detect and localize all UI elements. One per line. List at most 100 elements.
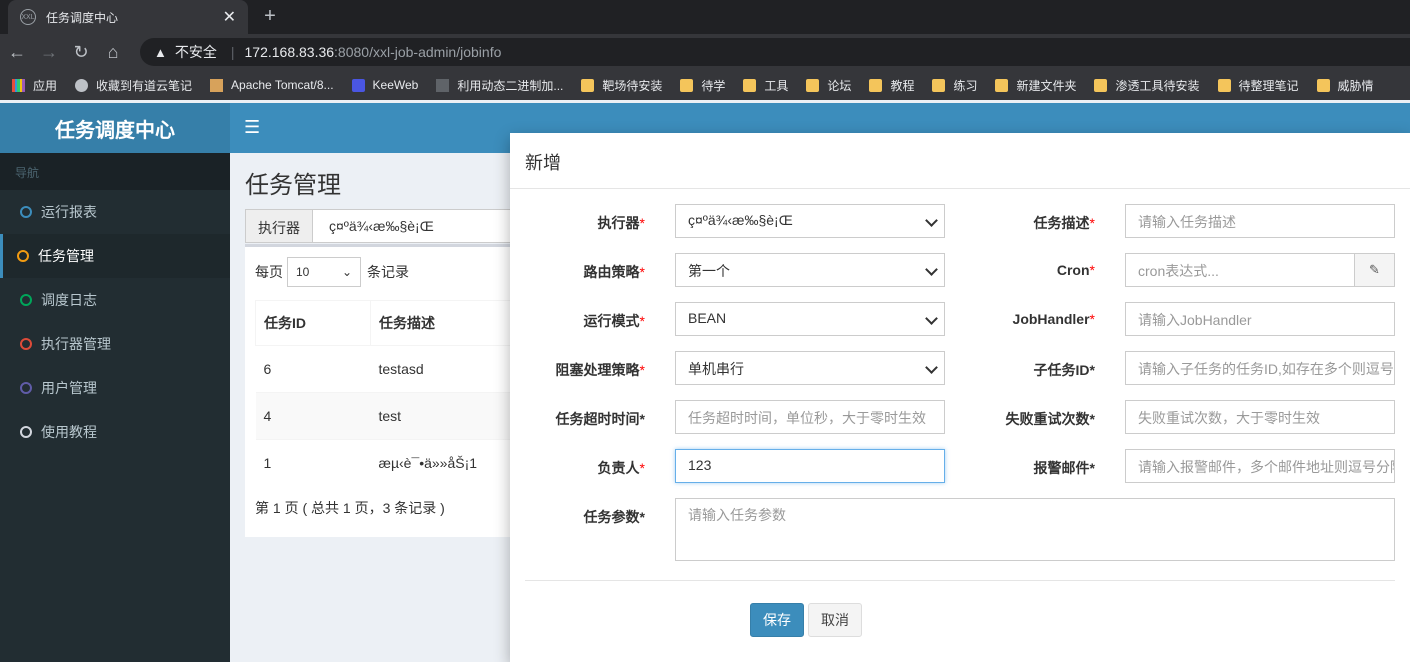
bookmark-label: Apache Tomcat/8... [231,78,334,92]
reload-icon[interactable]: ↻ [66,42,96,63]
label-text: JobHandler [1012,311,1090,327]
close-tab-icon[interactable]: ✕ [223,7,236,27]
executor-filter-value[interactable]: ç¤ºä¾‹æ‰§è¡Œ [313,210,450,242]
bookmark-label: 论坛 [827,78,852,93]
circle-icon [20,426,32,438]
bookmark-keeweb[interactable]: KeeWeb [351,78,418,92]
circle-icon [20,294,32,306]
required-mark: * [639,264,645,280]
bookmark-folder[interactable]: 待整理笔记 [1217,77,1299,94]
executor-filter[interactable]: 执行器 ç¤ºä¾‹æ‰§è¡Œ [245,209,545,243]
page-size-value: 10 [296,265,310,279]
label-text: 运行模式 [583,313,640,329]
app-root: 任务调度中心 导航 运行报表 任务管理 调度日志 执行器管理 用户管理 使用教程… [0,103,1410,662]
url-host: 172.168.83.36 [244,44,335,60]
retry-input[interactable]: 失败重试次数，大于零时生效 [1125,400,1395,434]
bookmark-folder[interactable]: 教程 [869,77,914,94]
apps-grid-icon [12,78,25,92]
browser-tab[interactable]: XXL 任务调度中心 ✕ [8,0,248,34]
bookmark-folder[interactable]: 工具 [743,77,788,94]
page-size-suffix: 条记录 [367,264,409,280]
cancel-button[interactable]: 取消 [808,603,862,637]
executor-select[interactable]: ç¤ºä¾‹æ‰§è¡Œ [675,204,945,238]
bookmark-label: 练习 [953,78,978,93]
save-button[interactable]: 保存 [750,603,804,637]
bookmark-folder[interactable]: 渗透工具待安装 [1094,77,1200,94]
table-row[interactable]: 1 æµ‹è¯•ä»»åŠ¡1 [255,439,545,487]
bookmark-apps[interactable]: 应用 [12,77,57,94]
label-text: 报警邮件 [1033,460,1090,476]
table-row[interactable]: 4 test [255,392,545,440]
app-logo[interactable]: 任务调度中心 [0,103,230,153]
sidebar-item-report[interactable]: 运行报表 [0,190,230,234]
bookmark-folder[interactable]: 新建文件夹 [995,77,1076,94]
child-job-label: 子任务ID* [1033,362,1095,378]
bookmark-youdao[interactable]: 收藏到有道云笔记 [75,77,192,94]
modal-divider [525,580,1395,581]
run-mode-select[interactable]: BEAN [675,302,945,336]
menu-toggle-icon[interactable]: ☰ [244,117,260,138]
block-strategy-select[interactable]: 单机串行 [675,351,945,385]
jobhandler-input[interactable]: 请输入JobHandler [1125,302,1395,336]
bookmark-dynamic[interactable]: 利用动态二进制加... [436,77,563,94]
url-path: :8080/xxl-job-admin/jobinfo [334,44,502,60]
nav-header: 导航 [0,153,230,190]
bookmarks-bar: 应用 收藏到有道云笔记 Apache Tomcat/8... KeeWeb 利用… [0,70,1410,100]
sidebar-item-label: 调度日志 [41,292,97,308]
desc-input[interactable]: 请输入任务描述 [1125,204,1395,238]
bookmark-folder[interactable]: 威胁情 [1316,77,1374,94]
label-text: 负责人 [597,460,640,476]
folder-icon [581,78,595,92]
new-tab-icon[interactable]: + [258,5,282,28]
required-mark: * [639,313,645,329]
forward-arrow-icon[interactable]: → [34,42,64,63]
globe-icon [75,78,89,92]
required-mark: * [1089,311,1095,327]
sidebar-item-help[interactable]: 使用教程 [0,410,230,454]
insecure-label[interactable]: 不安全 [175,42,217,62]
column-header[interactable]: 任务ID [255,300,371,346]
required-mark: * [639,460,645,476]
bookmark-folder[interactable]: 靶场待安装 [581,77,662,94]
route-label: 路由策略* [515,262,645,282]
sidebar-item-logs[interactable]: 调度日志 [0,278,230,322]
sidebar-item-label: 用户管理 [41,380,97,396]
table-row[interactable]: 6 testasd [255,345,545,393]
timeout-input[interactable]: 任务超时时间，单位秒，大于零时生效 [675,400,945,434]
sidebar-item-users[interactable]: 用户管理 [0,366,230,410]
address-bar-row: ← → ↻ ⌂ ▲ 不安全 | 172.168.83.36 :8080/xxl-… [0,34,1410,70]
page-title: 任务管理 [245,172,341,199]
circle-icon [20,382,32,394]
block-strategy-label: 阻塞处理策略* [515,360,645,380]
route-strategy-select[interactable]: 第一个 [675,253,945,287]
bookmark-label: 待学 [701,78,726,93]
label-text: 子任务ID [1033,362,1090,378]
params-textarea[interactable]: 请输入任务参数 [675,498,1395,561]
table-header-row: 任务ID 任务描述 [255,300,545,346]
back-arrow-icon[interactable]: ← [2,42,32,63]
bookmark-label: 教程 [890,78,915,93]
edit-icon[interactable]: ✎ [1354,253,1395,287]
executor-filter-label: 执行器 [246,210,313,242]
bookmark-folder[interactable]: 论坛 [806,77,851,94]
warning-icon[interactable]: ▲ [154,45,167,60]
required-mark: * [1089,262,1095,278]
home-icon[interactable]: ⌂ [98,42,128,63]
bookmark-folder[interactable]: 练习 [932,77,977,94]
run-mode-label: 运行模式* [515,311,645,331]
child-job-input[interactable]: 请输入子任务的任务ID,如存在多个则逗号分隔 [1125,351,1395,385]
bookmark-label: 新建文件夹 [1016,78,1077,93]
page-size-select[interactable]: 10 ⌄ [287,257,361,287]
owner-input[interactable]: 123 [675,449,945,483]
bookmark-label: 渗透工具待安装 [1115,78,1200,93]
url-field[interactable]: ▲ 不安全 | 172.168.83.36 :8080/xxl-job-admi… [140,38,1410,66]
alarm-email-input[interactable]: 请输入报警邮件，多个邮件地址则逗号分隔 [1125,449,1395,483]
sidebar-item-label: 执行器管理 [41,336,111,352]
folder-icon [1316,78,1330,92]
cron-input[interactable]: cron表达式... [1125,253,1355,287]
bookmark-tomcat[interactable]: Apache Tomcat/8... [210,78,334,92]
sidebar-item-jobs[interactable]: 任务管理 [0,234,230,278]
sidebar-item-executors[interactable]: 执行器管理 [0,322,230,366]
label-text: 执行器 [597,215,640,231]
bookmark-folder[interactable]: 待学 [680,77,725,94]
